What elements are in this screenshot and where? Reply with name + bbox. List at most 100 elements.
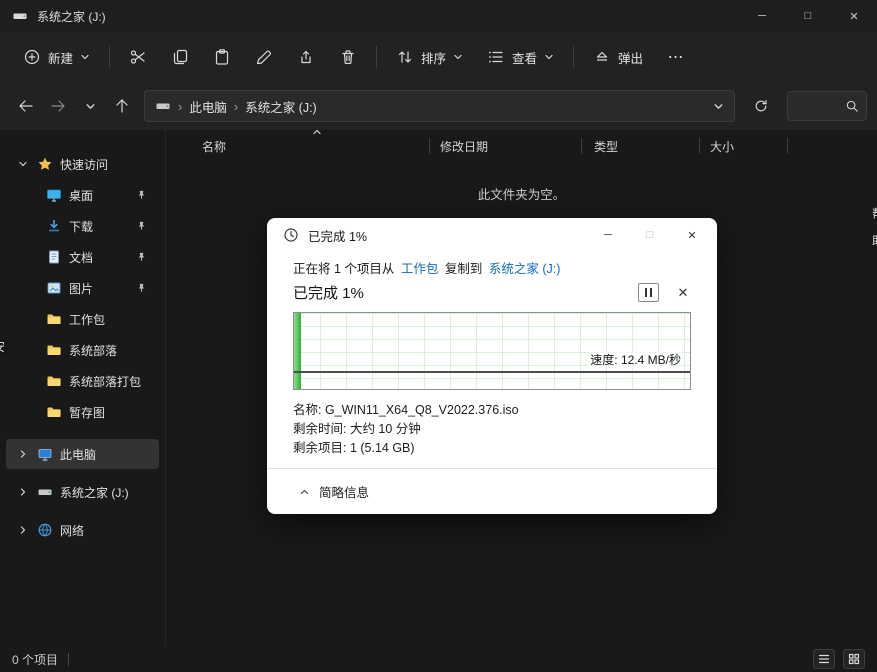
- time-remaining-detail: 剩余时间: 大约 10 分钟: [293, 420, 691, 439]
- delete-button[interactable]: [328, 39, 368, 75]
- eject-icon: [593, 48, 611, 66]
- star-icon: [37, 156, 53, 172]
- sort-icon: [396, 48, 414, 66]
- minimize-button[interactable]: ─: [739, 0, 785, 32]
- this-pc-icon: [37, 446, 53, 462]
- share-icon: [297, 48, 315, 66]
- pin-icon: [136, 282, 147, 294]
- file-name-detail: 名称: G_WIN11_X64_Q8_V2022.376.iso: [293, 401, 691, 420]
- sidebar-item-xitongbuluo-pack[interactable]: 系统部落打包: [6, 366, 159, 396]
- navigation-pane: 快速访问 桌面 下载: [0, 130, 166, 646]
- search-box[interactable]: [787, 91, 867, 121]
- throughput-chart: 速度: 12.4 MB/秒: [293, 312, 691, 390]
- chevron-right-icon[interactable]: [18, 487, 28, 497]
- chevron-down-icon: [453, 52, 463, 62]
- eject-button[interactable]: 弹出: [582, 39, 654, 75]
- forward-button[interactable]: [42, 90, 74, 122]
- percent-complete-label: 已完成 1%: [293, 282, 364, 303]
- sidebar-item-quick-access[interactable]: 快速访问: [6, 149, 159, 179]
- sidebar-item-downloads[interactable]: 下载: [6, 211, 159, 241]
- sort-button[interactable]: 排序: [385, 39, 474, 75]
- column-header-size[interactable]: 大小: [700, 130, 788, 162]
- refresh-button[interactable]: [745, 90, 777, 122]
- details-view-icon: [818, 653, 830, 665]
- recent-locations-button[interactable]: [74, 90, 106, 122]
- items-remaining-detail: 剩余项目: 1 (5.14 GB): [293, 439, 691, 458]
- destination-folder-link[interactable]: 系统之家 (J:): [489, 262, 561, 276]
- sidebar-item-workpack[interactable]: 工作包: [6, 304, 159, 334]
- details-view-toggle[interactable]: [813, 649, 835, 669]
- search-input[interactable]: [795, 99, 845, 113]
- document-icon: [46, 249, 62, 265]
- dialog-minimize-button[interactable]: ─: [587, 218, 629, 252]
- breadcrumb-separator: ›: [178, 99, 182, 114]
- breadcrumb-item-drive[interactable]: 系统之家 (J:): [245, 97, 317, 116]
- network-icon: [37, 522, 53, 538]
- sidebar-item-xitongbuluo[interactable]: 系统部落: [6, 335, 159, 365]
- thumbnail-view-toggle[interactable]: [843, 649, 865, 669]
- chevron-right-icon[interactable]: [18, 449, 28, 459]
- sidebar-item-network[interactable]: 网络: [6, 515, 159, 545]
- throughput-bar: [294, 313, 301, 389]
- pause-button[interactable]: [638, 283, 659, 302]
- back-button[interactable]: [10, 90, 42, 122]
- paste-button[interactable]: [202, 39, 242, 75]
- pin-icon: [136, 220, 147, 232]
- source-folder-link[interactable]: 工作包: [401, 262, 439, 276]
- maximize-button[interactable]: □: [785, 0, 831, 32]
- fewer-details-toggle[interactable]: 简略信息: [267, 468, 717, 514]
- folder-icon: [46, 311, 62, 327]
- sidebar-item-pictures[interactable]: 图片: [6, 273, 159, 303]
- copy-progress-dialog: 已完成 1% ─ □ ✕ 正在将 1 个项目从 工作包 复制到 系统之家 (J:…: [267, 218, 717, 514]
- chevron-down-icon[interactable]: [713, 101, 724, 112]
- sidebar-item-desktop[interactable]: 桌面: [6, 180, 159, 210]
- dialog-titlebar[interactable]: 已完成 1% ─ □ ✕: [267, 218, 717, 252]
- up-button[interactable]: [106, 90, 138, 122]
- trash-icon: [339, 48, 357, 66]
- download-icon: [46, 218, 62, 234]
- close-button[interactable]: ✕: [831, 0, 877, 32]
- column-header-type[interactable]: 类型: [582, 130, 700, 162]
- folder-icon: [46, 373, 62, 389]
- arrow-left-icon: [17, 97, 35, 115]
- paste-icon: [213, 48, 231, 66]
- copy-details: 名称: G_WIN11_X64_Q8_V2022.376.iso 剩余时间: 大…: [293, 401, 691, 458]
- dialog-maximize-button[interactable]: □: [629, 218, 671, 252]
- dialog-close-button[interactable]: ✕: [671, 218, 713, 252]
- refresh-icon: [753, 98, 769, 114]
- breadcrumb-separator: ›: [234, 99, 238, 114]
- column-header-date[interactable]: 修改日期: [430, 130, 582, 162]
- sidebar-item-documents[interactable]: 文档: [6, 242, 159, 272]
- cut-button[interactable]: [118, 39, 158, 75]
- explorer-window: 系统之家 (J:) ─ □ ✕ 新建: [0, 0, 877, 672]
- view-button[interactable]: 查看: [476, 39, 565, 75]
- chevron-up-icon: [299, 488, 310, 496]
- command-bar: 新建: [0, 32, 877, 82]
- drive-icon: [155, 98, 171, 114]
- thumbnail-view-icon: [848, 653, 860, 665]
- toolbar-separator: [376, 46, 377, 68]
- window-titlebar[interactable]: 系统之家 (J:) ─ □ ✕: [0, 0, 877, 32]
- breadcrumb[interactable]: › 此电脑 › 系统之家 (J:): [144, 90, 735, 122]
- cancel-copy-button[interactable]: ✕: [675, 285, 691, 301]
- new-button[interactable]: 新建: [12, 39, 101, 75]
- desktop-icon: [46, 187, 62, 203]
- empty-folder-message: 此文件夹为空。: [166, 184, 877, 203]
- chevron-down-icon: [80, 52, 90, 62]
- search-icon: [845, 99, 859, 113]
- breadcrumb-item-this-pc[interactable]: 此电脑: [189, 97, 227, 116]
- share-button[interactable]: [286, 39, 326, 75]
- drive-icon: [12, 8, 28, 24]
- sidebar-item-drive-j[interactable]: 系统之家 (J:): [6, 477, 159, 507]
- scissors-icon: [129, 48, 147, 66]
- chevron-right-icon[interactable]: [18, 525, 28, 535]
- toolbar-separator: [573, 46, 574, 68]
- sidebar-item-this-pc[interactable]: 此电脑: [6, 439, 159, 469]
- column-header-name[interactable]: 名称: [166, 130, 430, 162]
- sidebar-item-zancuntu[interactable]: 暂存图: [6, 397, 159, 427]
- rename-button[interactable]: [244, 39, 284, 75]
- chevron-down-icon[interactable]: [18, 159, 28, 169]
- more-options-button[interactable]: ⋯: [656, 39, 696, 75]
- copy-button[interactable]: [160, 39, 200, 75]
- dialog-title: 已完成 1%: [308, 226, 367, 245]
